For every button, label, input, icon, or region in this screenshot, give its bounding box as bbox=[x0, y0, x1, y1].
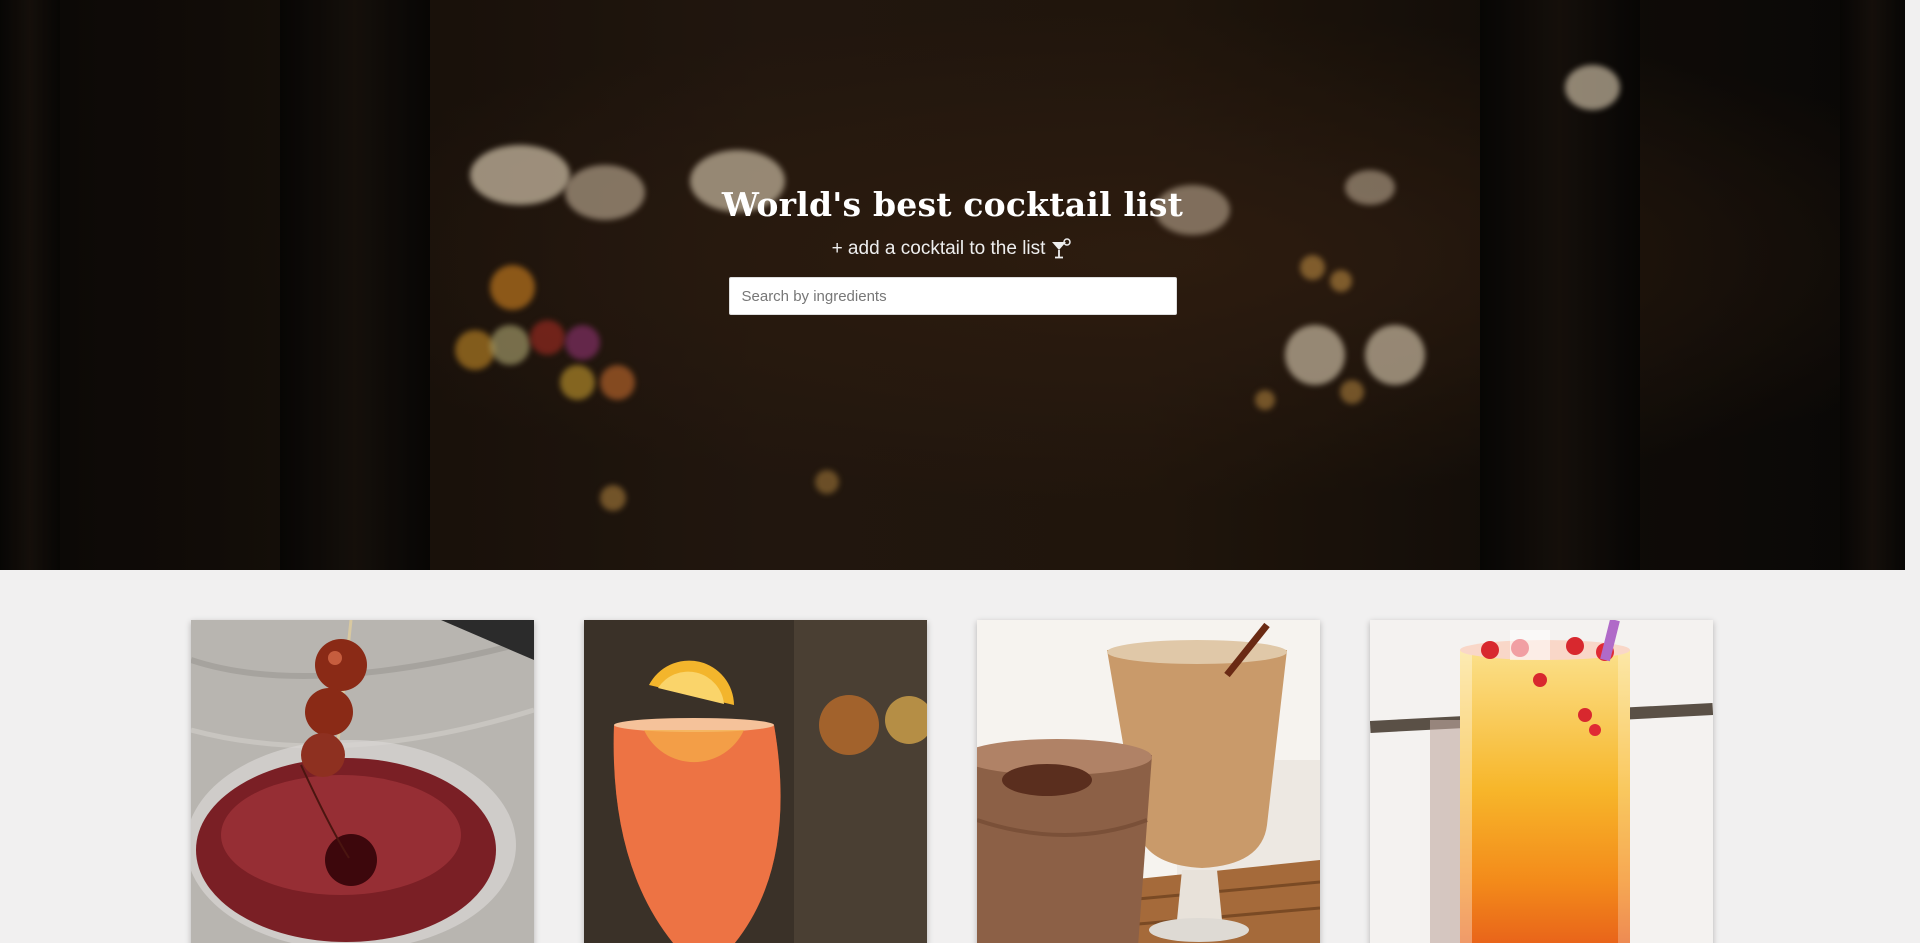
cocktail-card-4[interactable] bbox=[1370, 620, 1713, 943]
cocktail-image bbox=[584, 620, 927, 943]
ingredient-search-input[interactable] bbox=[728, 277, 1177, 315]
cocktail-image bbox=[977, 620, 1320, 943]
cocktail-card-1[interactable] bbox=[191, 620, 534, 943]
page: World's best cocktail list + add a cockt… bbox=[0, 0, 1905, 943]
cocktail-grid bbox=[191, 620, 1713, 943]
cocktail-card-3[interactable] bbox=[977, 620, 1320, 943]
martini-glass-icon bbox=[1049, 238, 1073, 260]
hero-content: World's best cocktail list + add a cockt… bbox=[0, 185, 1905, 315]
page-title: World's best cocktail list bbox=[721, 185, 1184, 224]
cocktail-image bbox=[1370, 620, 1713, 943]
add-cocktail-link[interactable]: + add a cocktail to the list bbox=[832, 238, 1074, 260]
cocktail-image bbox=[191, 620, 534, 943]
cocktail-card-2[interactable] bbox=[584, 620, 927, 943]
add-cocktail-label: + add a cocktail to the list bbox=[831, 238, 1046, 259]
hero-banner: World's best cocktail list + add a cockt… bbox=[0, 0, 1905, 570]
